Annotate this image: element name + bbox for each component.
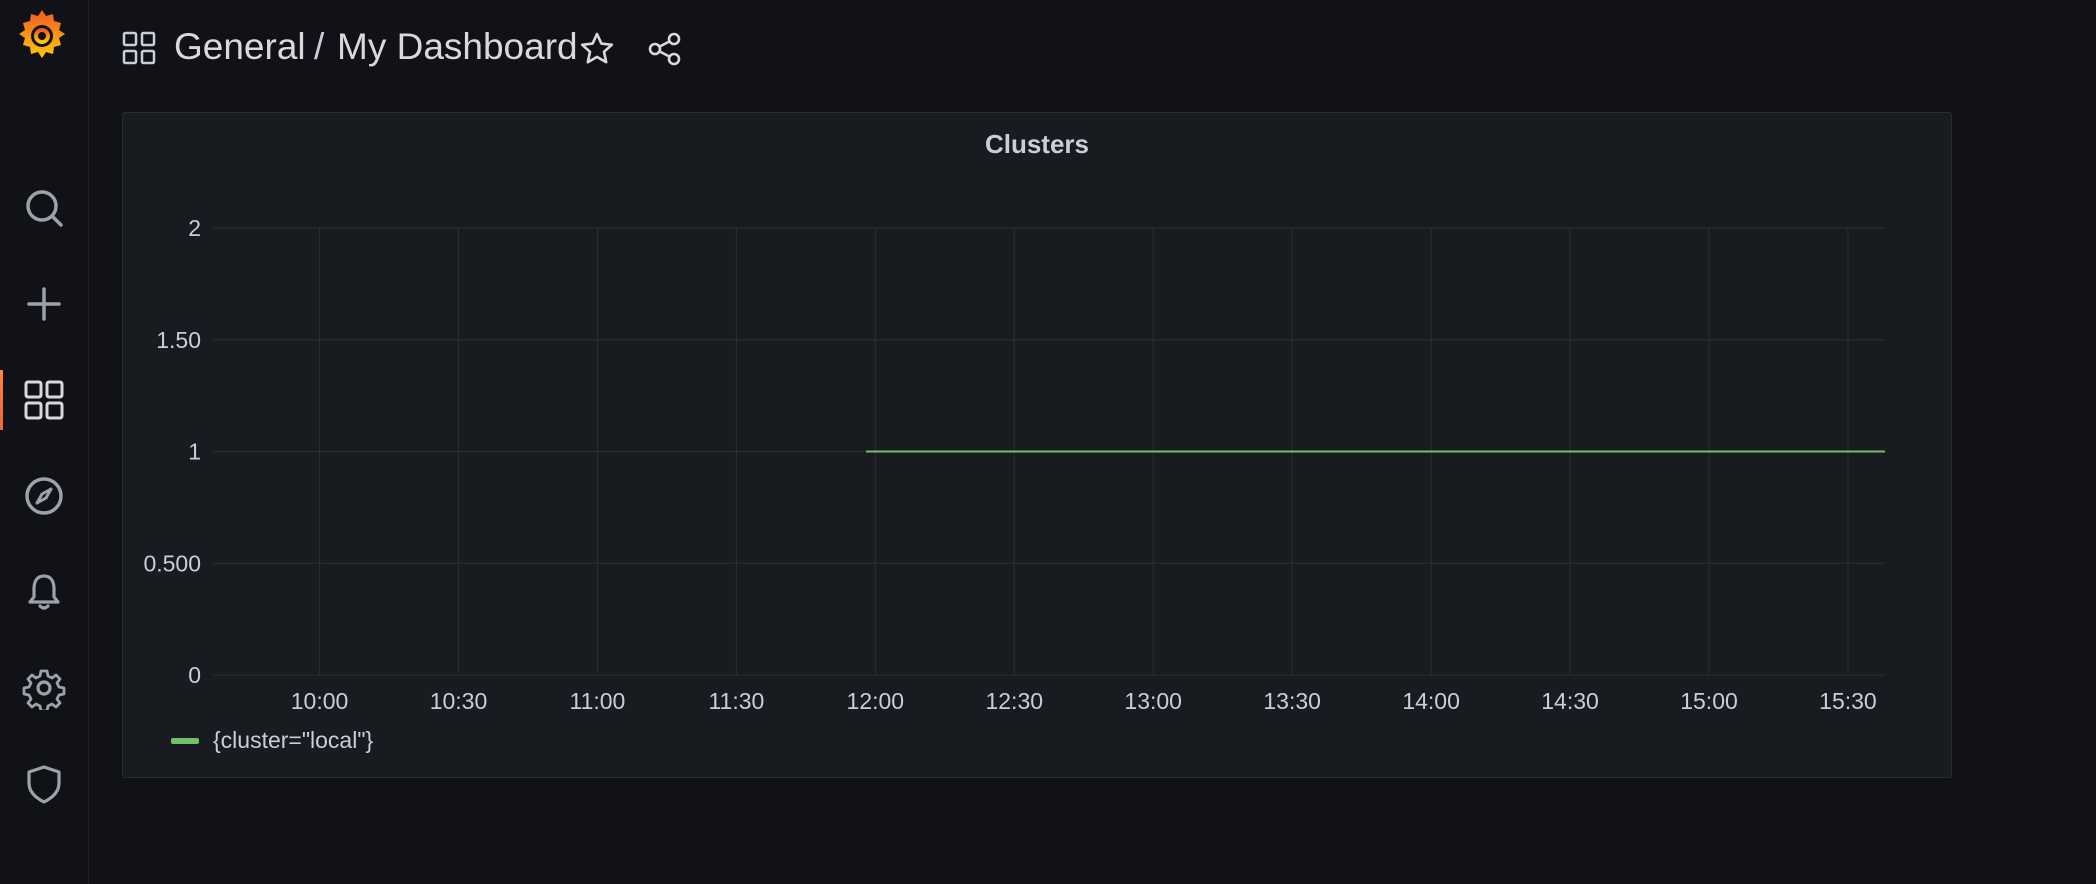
- clusters-panel[interactable]: Clusters 0 0.500 1 1.50 2 10:00 10:30 11:00 11:3…: [122, 112, 1952, 778]
- x-tick-label: 15:30: [1819, 688, 1877, 714]
- sidebar-item-alerting[interactable]: [0, 562, 88, 622]
- x-tick-label: 12:30: [985, 688, 1043, 714]
- sidebar-item-configuration[interactable]: [0, 658, 88, 718]
- search-icon: [26, 190, 63, 227]
- y-tick-label: 2: [188, 215, 201, 241]
- sidebar-item-explore[interactable]: [0, 466, 88, 526]
- grafana-logo-icon[interactable]: [14, 6, 70, 62]
- bell-icon: [28, 574, 60, 610]
- legend-label: {cluster="local"}: [213, 727, 374, 753]
- shield-icon: [27, 765, 61, 804]
- dashboards-icon: [24, 380, 64, 420]
- y-tick-label: 0.500: [143, 550, 201, 576]
- x-tick-label: 15:00: [1680, 688, 1738, 714]
- sidebar-item-create[interactable]: [0, 274, 88, 334]
- x-tick-label: 10:30: [430, 688, 488, 714]
- x-tick-label: 11:30: [708, 688, 764, 714]
- gear-icon: [22, 669, 66, 710]
- sidebar-item-dashboards[interactable]: [0, 370, 88, 430]
- x-tick-label: 14:30: [1541, 688, 1599, 714]
- x-tick-label: 11:00: [569, 688, 625, 714]
- star-icon: [580, 32, 614, 64]
- y-tick-label: 1: [188, 439, 201, 465]
- sidebar-item-server-admin[interactable]: [0, 754, 88, 814]
- mark-as-favorite-button[interactable]: [576, 28, 618, 70]
- dashboards-icon: [122, 31, 156, 65]
- legend-swatch: [171, 737, 199, 744]
- page-title[interactable]: My Dashboard: [337, 22, 578, 72]
- compass-icon: [25, 477, 63, 515]
- share-dashboard-button[interactable]: [644, 28, 686, 70]
- y-tick-label: 1.50: [156, 327, 201, 353]
- breadcrumb-folder-link[interactable]: General: [174, 22, 306, 72]
- x-tick-label: 13:00: [1124, 688, 1182, 714]
- breadcrumb-separator: /: [314, 26, 325, 67]
- x-tick-label: 14:00: [1402, 688, 1460, 714]
- x-tick-label: 10:00: [291, 688, 349, 714]
- clusters-chart: 0 0.500 1 1.50 2 10:00 10:30 11:00 11:30 12:00 12:…: [143, 215, 1885, 714]
- sidebar: [0, 0, 89, 884]
- share-icon: [648, 32, 681, 66]
- plus-icon: [27, 287, 61, 321]
- x-tick-label: 13:30: [1263, 688, 1321, 714]
- x-tick-label: 12:00: [847, 688, 905, 714]
- legend-item[interactable]: {cluster="local"}: [171, 727, 373, 754]
- y-tick-label: 0: [188, 662, 201, 688]
- sidebar-item-search[interactable]: [0, 178, 88, 238]
